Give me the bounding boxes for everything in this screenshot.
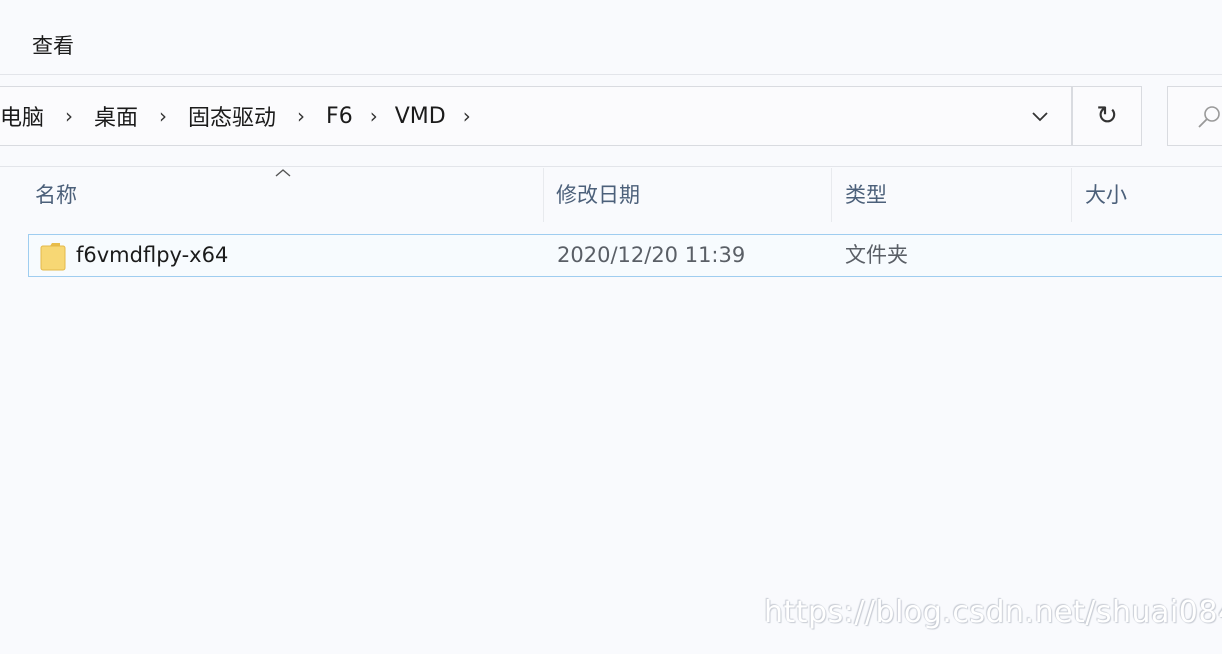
search-input[interactable] [1167, 86, 1222, 146]
table-row[interactable]: f6vmdflpy-x64 2020/12/20 11:39 文件夹 [28, 234, 1222, 277]
column-header-modified[interactable]: 修改日期 [556, 168, 640, 222]
breadcrumb-item-f6[interactable]: F6 [326, 104, 353, 129]
address-dropdown-button[interactable] [1012, 87, 1068, 145]
breadcrumb-separator[interactable]: › [276, 104, 326, 128]
folder-icon [40, 243, 66, 271]
file-type: 文件夹 [845, 243, 908, 267]
chevron-down-icon [1032, 112, 1048, 122]
column-header-row: 名称 修改日期 类型 大小 [0, 168, 1222, 222]
column-header-name[interactable]: 名称 [35, 168, 77, 222]
search-icon [1198, 106, 1220, 128]
address-bar[interactable]: 电脑 › 桌面 › 固态驱动 › F6 › VMD › [0, 86, 1072, 146]
breadcrumb-separator[interactable]: › [138, 104, 188, 128]
refresh-button[interactable]: ↻ [1072, 86, 1142, 146]
menu-bar: 查看 [0, 0, 1222, 75]
column-divider[interactable] [1071, 168, 1072, 222]
menu-view[interactable]: 查看 [32, 31, 74, 61]
refresh-icon: ↻ [1096, 101, 1118, 131]
watermark: https://blog.csdn.net/shuai0845 [764, 595, 1222, 630]
breadcrumb: 电脑 › 桌面 › 固态驱动 › F6 › VMD › [0, 87, 488, 145]
column-divider[interactable] [831, 168, 832, 222]
file-modified: 2020/12/20 11:39 [557, 243, 746, 267]
column-header-type[interactable]: 类型 [845, 168, 887, 222]
breadcrumb-separator[interactable]: › [446, 104, 488, 128]
file-name[interactable]: f6vmdflpy-x64 [76, 235, 228, 276]
breadcrumb-separator[interactable]: › [44, 104, 94, 128]
toolbar-divider [0, 166, 1222, 167]
breadcrumb-item-desktop[interactable]: 桌面 [94, 100, 138, 132]
column-header-size[interactable]: 大小 [1085, 168, 1127, 222]
breadcrumb-separator[interactable]: › [353, 104, 395, 128]
column-divider[interactable] [543, 168, 544, 222]
sort-up-icon [275, 169, 291, 177]
breadcrumb-item-ssd[interactable]: 固态驱动 [188, 100, 276, 132]
breadcrumb-item-computer[interactable]: 电脑 [0, 100, 44, 132]
breadcrumb-item-vmd[interactable]: VMD [395, 104, 446, 129]
